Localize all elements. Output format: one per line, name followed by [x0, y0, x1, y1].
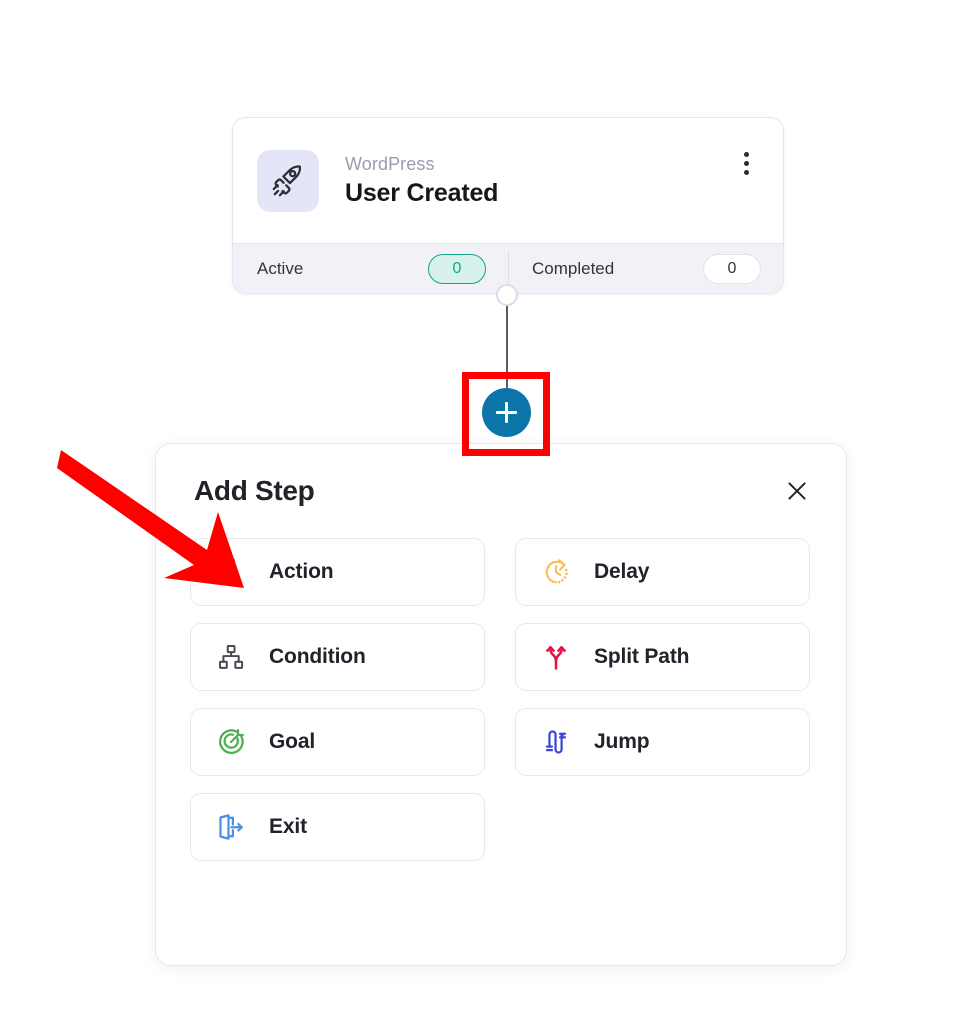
trigger-title: User Created: [345, 178, 499, 207]
option-exit[interactable]: Exit: [190, 793, 485, 861]
option-goal[interactable]: Goal: [190, 708, 485, 776]
kebab-dot: [743, 169, 749, 175]
rocket-icon: [257, 149, 319, 212]
option-goal-label: Goal: [269, 730, 316, 753]
add-step-panel-header: Add Step: [156, 444, 846, 538]
kebab-dot: [743, 160, 749, 166]
stat-active: Active 0: [233, 244, 508, 293]
option-split-path-label: Split Path: [594, 645, 690, 668]
stat-completed-value[interactable]: 0: [703, 254, 761, 284]
trigger-card[interactable]: WordPress User Created Active 0 Complete…: [232, 117, 784, 294]
option-condition[interactable]: Condition: [190, 623, 485, 691]
trigger-app-name: WordPress: [345, 153, 435, 174]
hierarchy-icon: [213, 639, 249, 675]
stat-completed: Completed 0: [508, 244, 783, 293]
stat-active-label: Active: [257, 259, 304, 278]
option-jump[interactable]: Jump: [515, 708, 810, 776]
panel-title: Add Step: [194, 475, 315, 506]
option-jump-label: Jump: [594, 730, 650, 753]
lightning-bolt-icon: [213, 554, 249, 590]
add-step-panel: Add Step Action Delay Condition Split Pa…: [155, 443, 847, 966]
jump-rope-icon: [538, 724, 574, 760]
target-icon: [213, 724, 249, 760]
option-delay[interactable]: Delay: [515, 538, 810, 606]
stat-active-value[interactable]: 0: [428, 254, 486, 284]
option-action[interactable]: Action: [190, 538, 485, 606]
workflow-builder-canvas: WordPress User Created Active 0 Complete…: [0, 0, 977, 1024]
kebab-dot: [743, 151, 749, 157]
option-delay-label: Delay: [594, 560, 650, 583]
trigger-card-header: WordPress User Created: [233, 118, 783, 243]
trigger-card-text: WordPress User Created: [345, 152, 498, 210]
option-exit-label: Exit: [269, 815, 307, 838]
stat-completed-label: Completed: [532, 259, 615, 278]
option-split-path[interactable]: Split Path: [515, 623, 810, 691]
option-action-label: Action: [269, 560, 334, 583]
clock-icon: [538, 554, 574, 590]
connector-node-dot: [496, 284, 518, 306]
split-path-icon: [538, 639, 574, 675]
kebab-menu-icon[interactable]: [733, 146, 759, 180]
add-step-plus-button[interactable]: [482, 388, 531, 437]
exit-door-icon: [213, 809, 249, 845]
add-step-options-grid: Action Delay Condition Split Path Goal J…: [156, 538, 846, 861]
option-condition-label: Condition: [269, 645, 366, 668]
close-x-icon[interactable]: [780, 474, 814, 508]
